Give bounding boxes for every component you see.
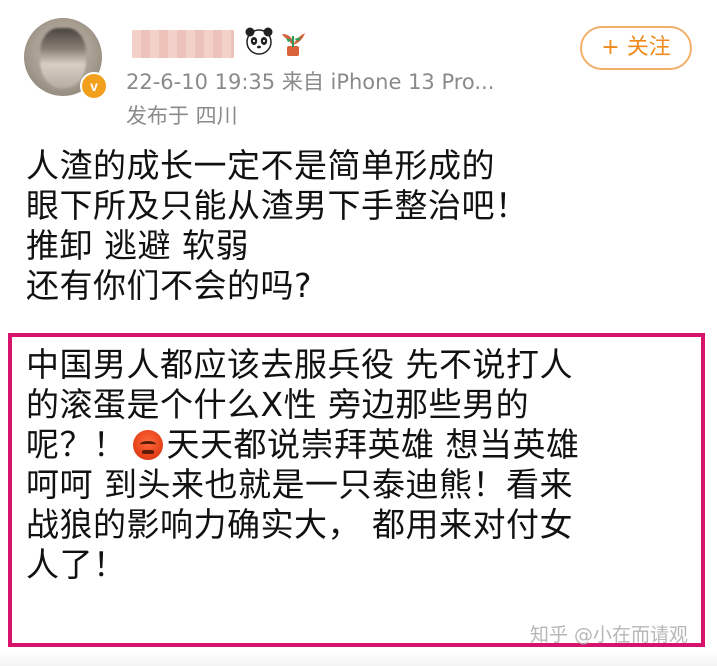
highlighted-line: 战狼的影响力确实大， 都用来对付女 xyxy=(26,505,573,544)
post-timestamp-source: 22-6-10 19:35 来自 iPhone 13 Pro... xyxy=(126,70,495,94)
username-redacted[interactable] xyxy=(132,30,234,58)
post-line: 还有你们不会的吗? xyxy=(26,266,313,305)
post-line: 人渣的成长一定不是简单形成的 xyxy=(26,146,495,185)
angry-face-emoji-icon xyxy=(132,430,163,460)
highlighted-text: 中国男人都应该去服兵役 先不说打人 的滚蛋是个什么X性 旁边那些男的 呢？！ 天天… xyxy=(26,345,696,585)
post-line: 推卸 逃避 软弱 xyxy=(26,226,249,265)
avatar-photo-blurred xyxy=(40,28,86,88)
post-line: 眼下所及只能从渣男下手整治吧！ xyxy=(26,186,529,225)
highlighted-line: 呵呵 到头来也就是一只泰迪熊！看来 xyxy=(26,465,573,504)
plant-emoji-icon xyxy=(282,33,305,56)
post-location: 发布于 四川 xyxy=(126,104,238,128)
highlighted-line: 呢？！ 天天都说崇拜英雄 想当英雄 xyxy=(26,425,696,465)
bottom-edge xyxy=(0,652,717,666)
verified-badge-icon: v xyxy=(80,72,108,100)
panda-emoji-icon xyxy=(245,27,273,55)
highlighted-line: 的滚蛋是个什么X性 旁边那些男的 xyxy=(26,385,530,424)
zhihu-watermark: 知乎 @小在而请观 xyxy=(530,624,689,646)
highlighted-line-part: 天天都说崇拜英雄 想当英雄 xyxy=(166,425,580,464)
follow-button[interactable]: + 关注 xyxy=(580,26,692,70)
weibo-post-screenshot: v 22-6-10 19:35 来自 iPhone 13 Pro... 发布于 … xyxy=(0,0,717,666)
highlighted-line: 中国男人都应该去服兵役 先不说打人 xyxy=(26,345,573,384)
post-text: 人渣的成长一定不是简单形成的 眼下所及只能从渣男下手整治吧！ 推卸 逃避 软弱 … xyxy=(26,146,696,306)
highlighted-line: 人了！ xyxy=(26,545,127,584)
highlighted-line-part: 呢？！ xyxy=(26,425,127,464)
